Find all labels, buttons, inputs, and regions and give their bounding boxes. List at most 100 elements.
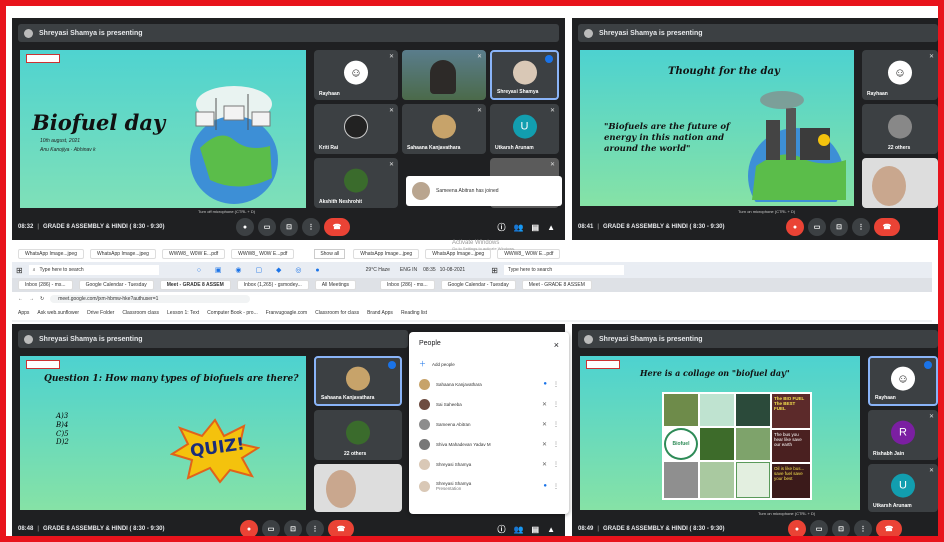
taskbar-app-icons[interactable]: ○ ▣ ◉ ▢ ◆ ◎ ● bbox=[197, 266, 326, 274]
participant-tile-sahaana[interactable]: Sahaana Kanjavathara bbox=[314, 356, 402, 406]
add-people-button[interactable]: ＋ Add people bbox=[409, 354, 569, 374]
participant-tile-others[interactable]: 22 others bbox=[862, 104, 938, 154]
keyboard-language[interactable]: ENG IN bbox=[400, 267, 417, 273]
taskbar-time[interactable]: 08:35 bbox=[423, 267, 436, 273]
browser-tab[interactable]: Meet - GRADE 8 ASSEM bbox=[521, 280, 592, 290]
slide-biofuel-day[interactable]: Biofuel day 10th august, 2021 Anu Kanoji… bbox=[20, 50, 306, 208]
leave-call-button[interactable]: ☎ bbox=[324, 218, 350, 236]
browser-tab[interactable]: Google Calendar - Tuesday bbox=[78, 280, 154, 290]
slide-thought-for-day[interactable]: Thought for the day "Biofuels are the fu… bbox=[580, 50, 854, 206]
mic-muted-button[interactable]: ● bbox=[240, 520, 258, 536]
taskbar-search-box-2[interactable]: Type here to search bbox=[503, 265, 624, 275]
participant-tile-rayhaan[interactable]: ☺ ✕ Rayhaan bbox=[862, 50, 938, 100]
taskbar-search-box[interactable]: ⌕ Type here to search bbox=[28, 265, 159, 275]
browser-tab[interactable]: All Meetings bbox=[314, 280, 357, 290]
participant-row[interactable]: Sameena Abitran ✕ ⋮ bbox=[409, 414, 569, 434]
participant-tile-utkarsh[interactable]: U ✕ Utkarsh Arunam bbox=[868, 464, 938, 512]
download-item[interactable]: WhatsApp Image...jpeg bbox=[353, 249, 420, 259]
camera-button[interactable]: ▭ bbox=[810, 520, 828, 536]
people-icon[interactable]: 👥 bbox=[514, 223, 524, 232]
more-vert-icon[interactable]: ⋮ bbox=[553, 421, 559, 428]
participant-row[interactable]: Sai Saheeba ✕ ⋮ bbox=[409, 394, 569, 414]
participant-row[interactable]: Shiva Mahadevan Yadav M ✕ ⋮ bbox=[409, 434, 569, 454]
taskbar-date[interactable]: 10-08-2021 bbox=[440, 267, 466, 273]
leave-call-button[interactable]: ☎ bbox=[328, 520, 354, 536]
back-icon[interactable]: ← bbox=[18, 296, 23, 302]
participant-row[interactable]: Sahaana Kanjavathara ● ⋮ bbox=[409, 374, 569, 394]
browser-tab-active[interactable]: Meet - GRADE 8 ASSEM bbox=[159, 280, 231, 290]
self-video-tile[interactable] bbox=[314, 464, 402, 512]
participant-tile-utkarsh[interactable]: U ✕ Utkarsh Arunam bbox=[490, 104, 559, 154]
participant-tile-akshith[interactable]: ✕ Akshith Neshrohit bbox=[314, 158, 398, 208]
mic-button[interactable]: ● bbox=[236, 218, 254, 236]
bookmark[interactable]: Classroom for class bbox=[315, 310, 359, 316]
participant-tile-kriti[interactable]: ✕ Kriti Rai bbox=[314, 104, 398, 154]
bookmark[interactable]: Franvugoagle.com bbox=[266, 310, 307, 316]
reload-icon[interactable]: ↻ bbox=[40, 296, 44, 302]
browser-tab[interactable]: Inbox (286) - ms... bbox=[18, 280, 73, 290]
browser-tab[interactable]: Inbox (286) - ms... bbox=[380, 280, 435, 290]
bookmark[interactable]: Apps bbox=[18, 310, 29, 316]
more-vert-icon[interactable]: ⋮ bbox=[553, 483, 559, 490]
download-item[interactable]: WWW8_ W0W E...pdf bbox=[161, 249, 226, 259]
url-field[interactable]: meet.google.com/jxm-hbmw-hke?authuser=1 bbox=[50, 295, 251, 303]
bookmark[interactable]: Computer Book - pro... bbox=[207, 310, 258, 316]
bookmark[interactable]: Drive Folder bbox=[87, 310, 114, 316]
mic-muted-button[interactable]: ● bbox=[786, 218, 804, 236]
participant-row[interactable]: Shreyasi Shamya ✕ ⋮ bbox=[409, 454, 569, 474]
camera-button[interactable]: ▭ bbox=[258, 218, 276, 236]
people-icon[interactable]: 👥 bbox=[514, 525, 524, 534]
bookmark[interactable]: Brand Apps bbox=[367, 310, 393, 316]
bookmark[interactable]: Lesson 1: Text bbox=[167, 310, 199, 316]
activities-icon[interactable]: ▲ bbox=[547, 223, 555, 232]
participant-tile-sahaana[interactable]: ✕ Sahaana Kanjavathara bbox=[402, 104, 486, 154]
slide-question-1[interactable]: Question 1: How many types of biofuels a… bbox=[20, 356, 306, 510]
camera-button[interactable]: ▭ bbox=[808, 218, 826, 236]
participant-tile-rishabh[interactable]: R ✕ Rishabh Jain bbox=[868, 410, 938, 460]
download-item[interactable]: WWW8_ W0W E...pdf bbox=[231, 249, 295, 259]
more-vert-icon[interactable]: ⋮ bbox=[553, 461, 559, 468]
self-video-tile[interactable] bbox=[862, 158, 938, 208]
participant-tile-rayhaan[interactable]: ☺ ✕ Rayhaan bbox=[314, 50, 398, 100]
forward-icon[interactable]: → bbox=[29, 296, 34, 302]
weather-widget[interactable]: 29°C Haze bbox=[366, 267, 390, 273]
activities-icon[interactable]: ▲ bbox=[547, 525, 555, 534]
participant-tile-shreyasi[interactable]: Shreyasi Shamya bbox=[490, 50, 559, 100]
present-button[interactable]: ⊡ bbox=[830, 218, 848, 236]
more-vert-icon[interactable]: ⋮ bbox=[553, 401, 559, 408]
browser-tab[interactable]: Google Calendar - Tuesday bbox=[440, 280, 516, 290]
leave-call-button[interactable]: ☎ bbox=[874, 218, 900, 236]
more-options-button[interactable]: ⋮ bbox=[306, 520, 324, 536]
chat-icon[interactable]: ▤ bbox=[532, 223, 540, 232]
participant-tile-others[interactable]: 22 others bbox=[314, 410, 402, 460]
close-icon[interactable]: × bbox=[554, 340, 559, 350]
windows-start-icon-2[interactable]: ⊞ bbox=[491, 266, 498, 275]
mic-muted-button[interactable]: ● bbox=[788, 520, 806, 536]
windows-start-icon[interactable]: ⊞ bbox=[16, 266, 23, 275]
participant-tile-video[interactable]: ✕ bbox=[402, 50, 486, 100]
more-options-button[interactable]: ⋮ bbox=[852, 218, 870, 236]
participant-tile-rayhaan[interactable]: ☺ Rayhaan bbox=[868, 356, 938, 406]
camera-button[interactable]: ▭ bbox=[262, 520, 280, 536]
more-options-button[interactable]: ⋮ bbox=[854, 520, 872, 536]
bookmark[interactable]: Reading list bbox=[401, 310, 427, 316]
present-button[interactable]: ⊡ bbox=[284, 520, 302, 536]
info-icon[interactable]: ⓘ bbox=[498, 222, 506, 233]
browser-tab[interactable]: Inbox (1,265) - gsmodey... bbox=[236, 280, 309, 290]
bookmark[interactable]: Ask web.sunflower bbox=[37, 310, 79, 316]
more-vert-icon[interactable]: ⋮ bbox=[553, 381, 559, 388]
show-all-link[interactable]: Show all bbox=[314, 249, 346, 259]
info-icon[interactable]: ⓘ bbox=[498, 524, 506, 535]
bookmark[interactable]: Classroom class bbox=[122, 310, 159, 316]
present-button[interactable]: ⊡ bbox=[832, 520, 850, 536]
more-vert-icon[interactable]: ⋮ bbox=[553, 441, 559, 448]
download-item[interactable]: WhatsApp Image...jpeg bbox=[89, 249, 156, 259]
participant-row[interactable]: Shreyasi Shamya Presentation ● ⋮ bbox=[409, 474, 569, 498]
more-options-button[interactable]: ⋮ bbox=[302, 218, 320, 236]
meeting-divider: | bbox=[597, 526, 600, 532]
leave-call-button[interactable]: ☎ bbox=[876, 520, 902, 536]
download-item[interactable]: WhatsApp Image...jpeg bbox=[18, 249, 84, 259]
chat-icon[interactable]: ▤ bbox=[532, 525, 540, 534]
slide-collage[interactable]: Here is a collage on "biofuel day" The B… bbox=[580, 356, 860, 510]
present-button[interactable]: ⊡ bbox=[280, 218, 298, 236]
